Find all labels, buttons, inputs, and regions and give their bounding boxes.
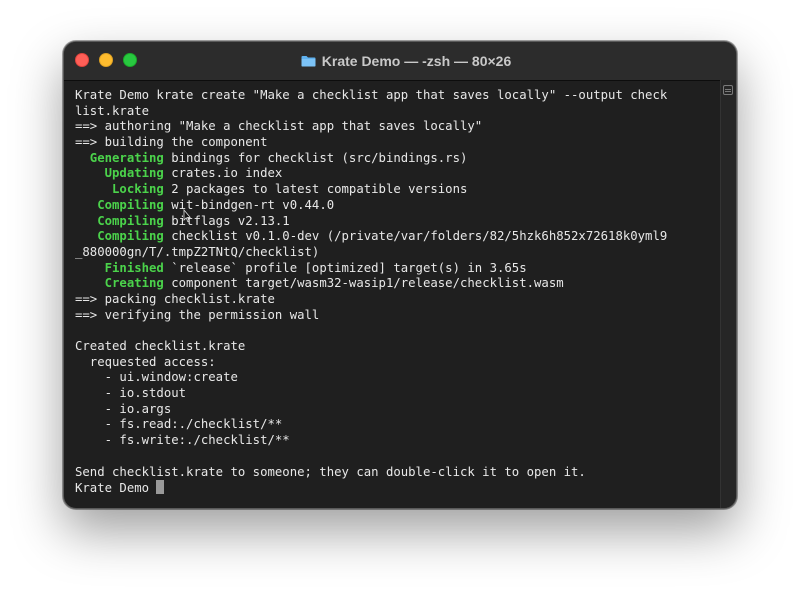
terminal-window: Krate Demo — -zsh — 80×26 Krate Demo kra…: [63, 41, 737, 509]
status-keyword: Updating: [75, 166, 164, 181]
terminal-text: component target/wasm32-wasip1/release/c…: [163, 276, 564, 291]
terminal-text: ==> verifying the permission wall: [75, 307, 320, 322]
terminal-text: - fs.read:./checklist/**: [75, 417, 283, 432]
window-title-text: Krate Demo — -zsh — 80×26: [321, 53, 512, 69]
terminal-line: Generating bindings for checklist (src/b…: [75, 151, 718, 167]
terminal-line: ==> authoring "Make a checklist app that…: [75, 119, 718, 135]
terminal-text: - io.stdout: [75, 386, 187, 401]
terminal-text: - ui.window:create: [75, 370, 238, 385]
status-keyword: Creating: [75, 276, 164, 291]
terminal-text: Send checklist.krate to someone; they ca…: [75, 464, 586, 479]
terminal-line: requested access:: [75, 355, 718, 371]
scrollbar[interactable]: [720, 80, 736, 508]
status-keyword: Compiling: [75, 197, 164, 212]
terminal-line: Send checklist.krate to someone; they ca…: [75, 465, 718, 481]
terminal-line: - io.stdout: [75, 386, 718, 402]
terminal-line: ==> verifying the permission wall: [75, 308, 718, 324]
terminal-line: ==> packing checklist.krate: [75, 292, 718, 308]
split-pane-icon[interactable]: [723, 85, 733, 95]
status-keyword: Compiling: [75, 229, 164, 244]
terminal-text: `release` profile [optimized] target(s) …: [163, 260, 527, 275]
status-keyword: Generating: [75, 150, 164, 165]
terminal-line: Krate Demo: [75, 480, 718, 496]
terminal-text: ==> packing checklist.krate: [75, 291, 275, 306]
terminal-text: Krate Demo: [75, 481, 157, 496]
terminal-line: - ui.window:create: [75, 370, 718, 386]
status-keyword: Finished: [75, 260, 164, 275]
terminal-output[interactable]: Krate Demo krate create "Make a checklis…: [75, 88, 718, 502]
terminal-line: - io.args: [75, 402, 718, 418]
terminal-line: ==> building the component: [75, 135, 718, 151]
folder-icon: [301, 56, 316, 67]
terminal-line: Creating component target/wasm32-wasip1/…: [75, 276, 718, 292]
terminal-line: Updating crates.io index: [75, 166, 718, 182]
terminal-text: crates.io index: [163, 166, 283, 181]
terminal-text: Krate Demo krate create "Make a checklis…: [75, 88, 668, 102]
terminal-line: Locking 2 packages to latest compatible …: [75, 182, 718, 198]
terminal-text: checklist v0.1.0-dev (/private/var/folde…: [163, 229, 668, 244]
title-bar[interactable]: Krate Demo — -zsh — 80×26: [64, 42, 736, 81]
status-keyword: Compiling: [75, 213, 164, 228]
terminal-line: - fs.read:./checklist/**: [75, 417, 718, 433]
terminal-text: bindings for checklist (src/bindings.rs): [163, 150, 468, 165]
terminal-line: list.krate: [75, 104, 718, 120]
status-keyword: Locking: [75, 182, 164, 197]
terminal-text: Created checklist.krate: [75, 339, 246, 353]
terminal-line: - fs.write:./checklist/**: [75, 433, 718, 449]
terminal-line: Compiling bitflags v2.13.1: [75, 214, 718, 230]
terminal-text: requested access:: [75, 354, 216, 369]
window-title: Krate Demo — -zsh — 80×26: [64, 42, 736, 80]
terminal-text: _880000gn/T/.tmpZ2TNtQ/checklist): [75, 244, 320, 259]
text-cursor: [156, 480, 165, 495]
terminal-text: ==> building the component: [75, 135, 268, 150]
terminal-text: 2 packages to latest compatible versions: [163, 182, 468, 197]
terminal-line: Compiling wit-bindgen-rt v0.44.0: [75, 198, 718, 214]
terminal-line: Compiling checklist v0.1.0-dev (/private…: [75, 229, 718, 245]
terminal-line: _880000gn/T/.tmpZ2TNtQ/checklist): [75, 245, 718, 261]
mouse-pointer-icon: [183, 209, 191, 223]
terminal-line: Created checklist.krate: [75, 339, 718, 355]
terminal-text: list.krate: [75, 103, 150, 118]
terminal-text: ==> authoring "Make a checklist app that…: [75, 119, 483, 134]
terminal-text: - fs.write:./checklist/**: [75, 433, 290, 448]
terminal-line: Krate Demo krate create "Make a checklis…: [75, 88, 718, 104]
terminal-text: - io.args: [75, 401, 172, 416]
terminal-line: Finished `release` profile [optimized] t…: [75, 261, 718, 277]
